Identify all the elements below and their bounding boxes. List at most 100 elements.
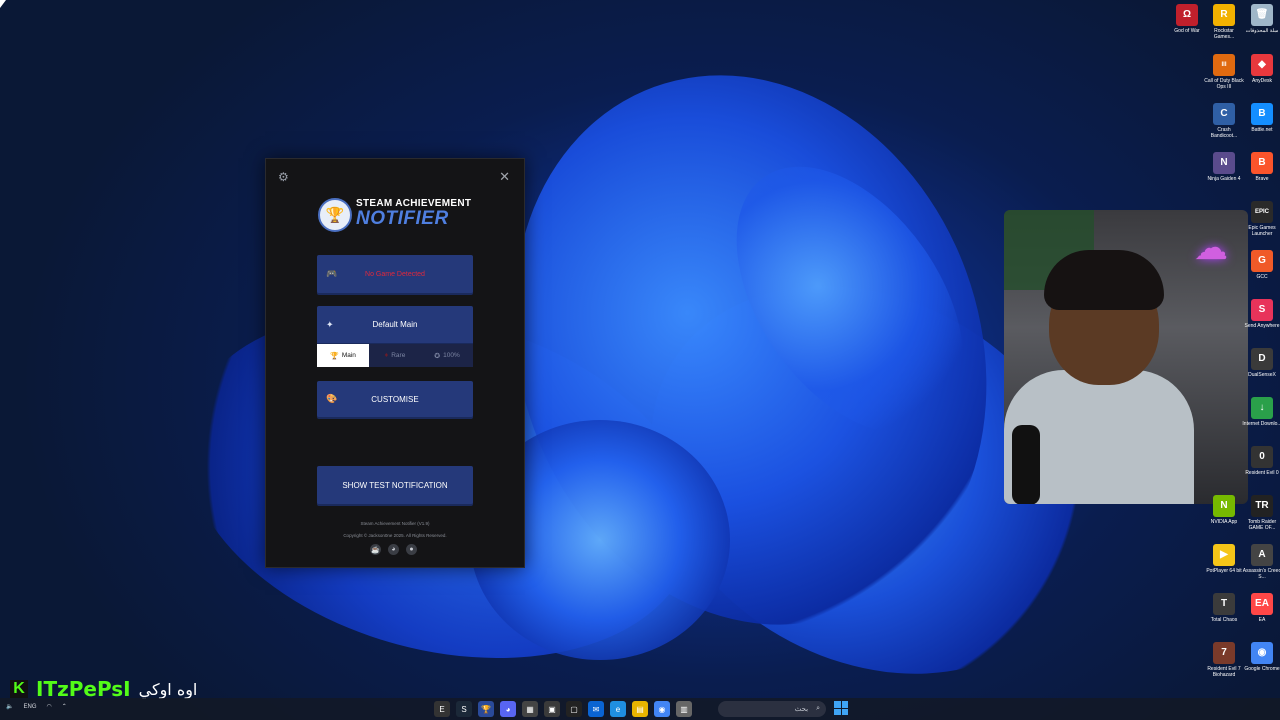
desktop-app-icon: R (1213, 4, 1235, 26)
desktop-app-icon: ▶ (1213, 544, 1235, 566)
desktop-app-icon: N (1213, 495, 1235, 517)
theme-label: Default Main (372, 320, 418, 329)
desktop-app-icon: A (1251, 544, 1273, 566)
desktop-icon[interactable]: ◆ AnyDesk (1242, 54, 1280, 84)
desktop-app-icon: 🗑 (1251, 4, 1273, 26)
wifi-icon[interactable]: ◠ (47, 703, 52, 710)
desktop-icon-label: Google Chrome (1244, 666, 1280, 672)
desktop-app-icon: TR (1251, 495, 1273, 517)
taskbar: 🔈 ENG ◠ ⌃ E S 🏆 ◕ ▦ ▣ ▢ ✉ e ▤ ◉ ▥ بحث ⌕ (0, 698, 1280, 720)
game-status-button[interactable]: 🎮 No Game Detected (317, 255, 473, 293)
desktop-icon[interactable]: 0 Resident Evil 0 (1242, 446, 1280, 476)
logo-title-bottom: NOTIFIER (356, 208, 449, 229)
search-placeholder: بحث (794, 706, 809, 713)
desktop-app-icon: B (1251, 103, 1273, 125)
desktop-icon[interactable]: 7 Resident Evil 7 Biohazard (1204, 642, 1244, 678)
gamepad-icon: 🎮 (326, 268, 338, 279)
chevron-up-icon[interactable]: ⌃ (62, 703, 67, 710)
desktop-icon[interactable]: ↓ Internet Downlo... (1242, 397, 1280, 427)
close-icon[interactable]: ✕ (499, 170, 510, 183)
desktop-app-icon: Ω (1176, 4, 1198, 26)
desktop-icon[interactable]: ◉ Google Chrome (1242, 642, 1280, 672)
tab-main[interactable]: 🏆 Main (317, 344, 369, 367)
tab-100-percent[interactable]: ✪ 100% (421, 344, 473, 367)
taskbar-app-icon[interactable]: ▢ (566, 701, 582, 717)
desktop-app-icon: EA (1251, 593, 1273, 615)
desktop-icon[interactable]: TR Tomb Raider GAME OF... (1242, 495, 1280, 531)
start-button-icon[interactable] (834, 701, 848, 715)
github-icon[interactable]: ● (406, 544, 417, 555)
customise-button[interactable]: 🎨 CUSTOMISE (317, 381, 473, 417)
desktop-app-icon: N (1213, 152, 1235, 174)
trophy-icon: 🏆 (318, 198, 352, 232)
desktop-app-icon: D (1251, 348, 1273, 370)
desktop-icon[interactable]: ▶ PotPlayer 64 bit (1204, 544, 1244, 574)
streamer-webcam: ☁ (1004, 210, 1248, 504)
taskbar-app-icon[interactable]: 🏆 (478, 701, 494, 717)
desktop-app-icon: G (1251, 250, 1273, 272)
desktop-icon[interactable]: N NVIDIA App (1204, 495, 1244, 525)
kofi-icon[interactable]: ☕ (370, 544, 381, 555)
tab-rare[interactable]: ♦ Rare (369, 344, 421, 367)
desktop-icon[interactable]: R Rockstar Games... (1204, 4, 1244, 40)
medal-icon: ✪ (434, 352, 441, 360)
desktop-icon[interactable]: D DualSenseX (1242, 348, 1280, 378)
sparkles-icon: ✦ (326, 319, 334, 329)
desktop-icon[interactable]: N Ninja Gaiden 4 (1204, 152, 1244, 182)
desktop-icon-label: God of War (1174, 28, 1200, 34)
desktop-app-icon: S (1251, 299, 1273, 321)
taskbar-app-icon[interactable]: ✉ (588, 701, 604, 717)
desktop-app-icon: 0 (1251, 446, 1273, 468)
desktop-app-icon: ◆ (1251, 54, 1273, 76)
search-box[interactable]: بحث ⌕ (718, 701, 826, 717)
neon-cloud-icon: ☁ (1194, 229, 1228, 267)
taskbar-app-icon[interactable]: ◉ (654, 701, 670, 717)
notification-type-tabs: 🏆 Main ♦ Rare ✪ 100% (317, 344, 473, 367)
desktop-app-icon: EPIC (1251, 201, 1273, 223)
taskbar-app-icon[interactable]: ▤ (632, 701, 648, 717)
kick-logo-icon: K (10, 680, 28, 698)
desktop-icon-label: Ninja Gaiden 4 (1207, 176, 1241, 182)
desktop-icon[interactable]: EA EA (1242, 593, 1280, 623)
caption-text: اوه اوكي (138, 679, 198, 699)
desktop-icon-label: Crash Bandicoot... (1210, 127, 1238, 139)
desktop-icon-label: Resident Evil 7 Biohazard (1207, 666, 1241, 678)
taskbar-app-icon[interactable]: ▣ (544, 701, 560, 717)
desktop-icon[interactable]: A Assassin's Creed S... (1242, 544, 1280, 580)
taskbar-app-icon[interactable]: ▥ (676, 701, 692, 717)
show-test-notification-button[interactable]: SHOW TEST NOTIFICATION (317, 466, 473, 504)
desktop-icon[interactable]: EPIC Epic Games Launcher (1242, 201, 1280, 237)
search-icon: ⌕ (816, 705, 820, 712)
gem-icon: ♦ (384, 352, 389, 359)
taskbar-app-icon[interactable]: e (610, 701, 626, 717)
desktop-icon[interactable]: S Send Anywhere (1242, 299, 1280, 329)
desktop-icon-label: DualSenseX (1248, 372, 1276, 378)
desktop-icon-label: Assassin's Creed S... (1242, 568, 1280, 580)
language-indicator[interactable]: ENG (23, 704, 36, 710)
desktop-icon-label: Brave (1255, 176, 1269, 182)
desktop-icon[interactable]: T Total Chaos (1204, 593, 1244, 623)
tab-main-label: Main (341, 352, 356, 359)
desktop-icon[interactable]: B Brave (1242, 152, 1280, 182)
theme-select-button[interactable]: ✦ Default Main (317, 306, 473, 343)
desktop-icon-label: Tomb Raider GAME OF... (1247, 519, 1277, 531)
desktop-icon[interactable]: Ω God of War (1167, 4, 1207, 34)
desktop-icon[interactable]: III Call of Duty Black Ops III (1204, 54, 1244, 90)
taskbar-app-icon[interactable]: S (456, 701, 472, 717)
taskbar-app-icon[interactable]: ▦ (522, 701, 538, 717)
volume-icon[interactable]: 🔈 (6, 703, 13, 710)
desktop-icon[interactable]: G GCC (1242, 250, 1280, 280)
discord-icon[interactable]: ◕ (388, 544, 399, 555)
desktop-icon-label: EA (1258, 617, 1266, 623)
desktop-icon-label: PotPlayer 64 bit (1206, 568, 1242, 574)
desktop-icon[interactable]: 🗑 سلة المحذوفات (1242, 4, 1280, 34)
settings-gear-icon[interactable]: ⚙ (278, 171, 290, 183)
desktop-icon-label: Internet Downlo... (1242, 421, 1280, 427)
game-status-label: No Game Detected (365, 270, 425, 278)
taskbar-app-icon[interactable]: ◕ (500, 701, 516, 717)
desktop-icon-label: Total Chaos (1210, 617, 1238, 623)
desktop-icon[interactable]: B Battle.net (1242, 103, 1280, 133)
desktop-icon[interactable]: C Crash Bandicoot... (1204, 103, 1244, 139)
taskbar-app-icon[interactable]: E (434, 701, 450, 717)
test-notification-label: SHOW TEST NOTIFICATION (342, 480, 448, 490)
